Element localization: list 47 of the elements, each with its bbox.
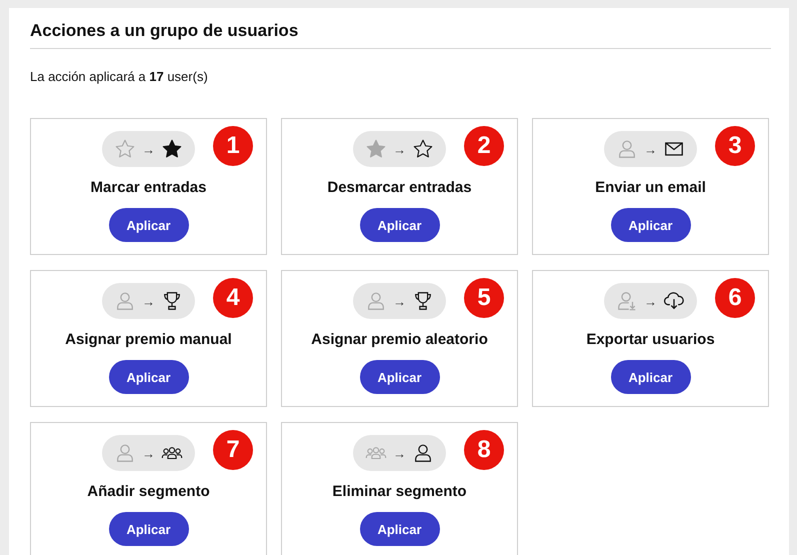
arrow-text: → <box>142 446 155 460</box>
trophy-icon <box>161 290 183 312</box>
star-icon <box>114 138 136 160</box>
number-badge: 7 <box>213 430 253 470</box>
number-badge: 3 <box>715 126 755 166</box>
number-badge: 1 <box>213 126 253 166</box>
action-title: Enviar un email <box>595 179 706 196</box>
summary-text: La acción aplicará a 17 user(s) <box>30 69 209 84</box>
trophy-icon <box>412 290 434 312</box>
apply-button[interactable]: Aplicar <box>610 208 690 242</box>
action-title: Exportar usuarios <box>586 331 715 348</box>
action-title: Añadir segmento <box>87 483 210 500</box>
arrow-text: → <box>142 294 155 308</box>
arrow-text: → <box>393 142 406 156</box>
star-icon <box>365 138 387 160</box>
apply-button[interactable]: Aplicar <box>360 360 440 394</box>
action-title: Asignar premio aleatorio <box>311 331 488 348</box>
arrow-text: → <box>142 142 155 156</box>
apply-button[interactable]: Aplicar <box>108 208 188 242</box>
action-title: Eliminar segmento <box>332 483 467 500</box>
apply-button[interactable]: Aplicar <box>108 512 188 546</box>
user-icon <box>114 290 136 312</box>
page-title: Acciones a un grupo de usuarios <box>30 20 300 42</box>
user-icon <box>412 442 434 464</box>
apply-button[interactable]: Aplicar <box>360 512 440 546</box>
user-download-icon <box>616 290 638 312</box>
number-badge: 4 <box>213 278 253 318</box>
user-icon <box>616 138 638 160</box>
number-badge: 2 <box>464 126 504 166</box>
star-icon <box>161 138 183 160</box>
star-icon <box>412 138 434 160</box>
apply-button[interactable]: Aplicar <box>108 360 188 394</box>
user-icon <box>365 290 387 312</box>
arrow-text: → <box>393 446 406 460</box>
arrow-text: → <box>393 294 406 308</box>
arrow-text: → <box>644 142 657 156</box>
action-title: Marcar entradas <box>90 179 206 196</box>
cloud-download-icon <box>663 290 685 312</box>
number-badge: 6 <box>715 278 755 318</box>
number-badge: 8 <box>464 430 504 470</box>
apply-button[interactable]: Aplicar <box>360 208 440 242</box>
arrow-text: → <box>644 294 657 308</box>
action-title: Desmarcar entradas <box>327 179 472 196</box>
number-badge: 5 <box>464 278 504 318</box>
action-title: Asignar premio manual <box>65 331 232 348</box>
user-icon <box>114 442 136 464</box>
apply-button[interactable]: Aplicar <box>610 360 690 394</box>
